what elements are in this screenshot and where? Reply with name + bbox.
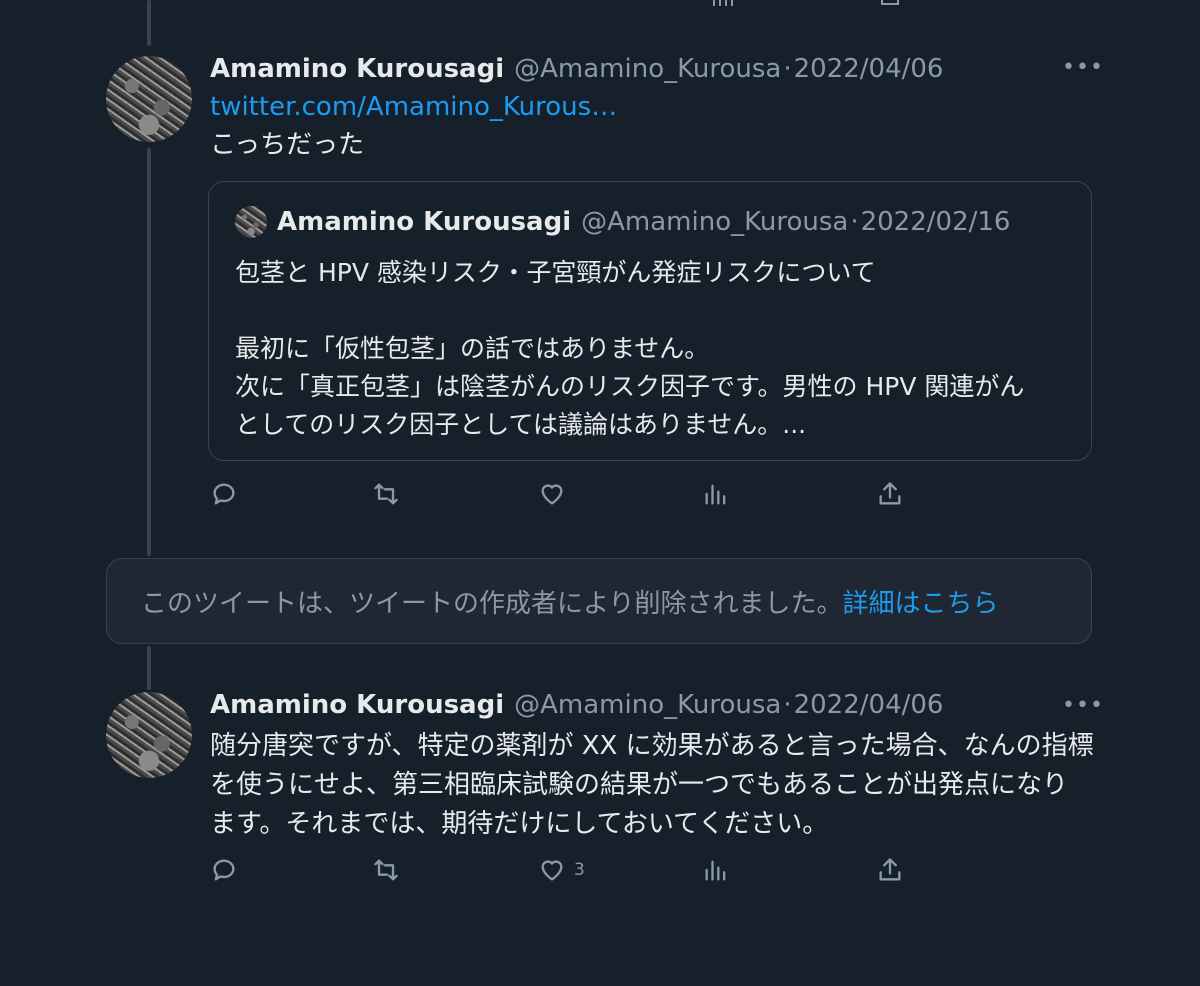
retweet-button[interactable] — [372, 474, 400, 514]
author-name[interactable]: Amamino Kurousagi — [210, 690, 504, 720]
tweet-actions: 3 — [210, 850, 930, 890]
quoted-tweet-text: 包茎と HPV 感染リスク・子宮頸がん発症リスクについて 最初に「仮性包茎」の話… — [235, 254, 1075, 444]
quoted-text-line: 包茎と HPV 感染リスク・子宮頸がん発症リスクについて — [235, 258, 876, 287]
separator: · — [783, 54, 792, 84]
separator: · — [783, 690, 792, 720]
more-options-icon[interactable]: ••• — [1062, 57, 1103, 79]
tweet-actions — [210, 474, 930, 514]
quoted-avatar — [235, 206, 267, 238]
thread-line-middle — [147, 148, 151, 556]
analytics-button[interactable] — [702, 474, 730, 514]
retweet-button[interactable] — [372, 850, 400, 890]
tweet-text-line: ます。それまでは、期待だけにしておいてください。 — [210, 809, 829, 839]
tweet-text: こっちだった — [210, 130, 365, 160]
share-button[interactable] — [876, 474, 904, 514]
share-icon — [879, 858, 901, 881]
tweet-text: 随分唐突ですが、特定の薬剤が XX に効果があると言った場合、なんの指標 を使う… — [210, 727, 1094, 844]
previous-tweet-actions — [210, 0, 930, 6]
deleted-notice-text: このツイートは、ツイートの作成者により削除されました。詳細はこちら — [141, 583, 999, 620]
thread-line-top — [147, 0, 151, 46]
separator: · — [850, 207, 859, 237]
reply-button[interactable] — [210, 850, 238, 890]
quoted-text-line: 次に「真正包茎」は陰茎がんのリスク因子です。男性の HPV 関連がん — [235, 372, 1025, 401]
analytics-button[interactable] — [702, 850, 730, 890]
author-handle[interactable]: @Amamino_Kurousa — [514, 690, 781, 720]
quoted-text-line: 最初に「仮性包茎」の話ではありません。 — [235, 334, 710, 363]
retweet-icon — [374, 859, 398, 881]
like-button[interactable]: 3 — [538, 850, 585, 890]
analytics-icon[interactable] — [710, 0, 734, 6]
quoted-text-line: としてのリスク因子としては議論はありません。... — [235, 410, 807, 439]
avatar[interactable] — [106, 56, 192, 142]
deleted-message: このツイートは、ツイートの作成者により削除されました。 — [141, 589, 843, 619]
quoted-tweet[interactable]: Amamino Kurousagi @Amamino_Kurousa · 202… — [208, 181, 1092, 461]
share-icon — [879, 482, 901, 505]
avatar[interactable] — [106, 692, 192, 778]
quoted-author-name: Amamino Kurousagi — [277, 207, 572, 237]
thread-line-bottom — [147, 646, 151, 690]
quoted-tweet-header: Amamino Kurousagi @Amamino_Kurousa · 202… — [235, 206, 1010, 238]
reply-icon — [213, 483, 235, 505]
like-button[interactable] — [538, 474, 566, 514]
retweet-icon — [374, 483, 398, 505]
analytics-icon — [705, 484, 726, 505]
author-name[interactable]: Amamino Kurousagi — [210, 54, 504, 84]
tweet-header: Amamino Kurousagi @Amamino_Kurousa · 202… — [210, 54, 943, 84]
analytics-icon — [705, 860, 726, 881]
share-button[interactable] — [876, 850, 904, 890]
tweet-link[interactable]: twitter.com/Amamino_Kurous… — [210, 92, 617, 122]
like-count: 3 — [574, 860, 585, 880]
quoted-author-handle: @Amamino_Kurousa — [581, 207, 849, 237]
reply-button[interactable] — [210, 474, 238, 514]
tweet-text-line: 随分唐突ですが、特定の薬剤が XX に効果があると言った場合、なんの指標 — [210, 731, 1094, 761]
like-icon — [541, 484, 563, 505]
reply-icon — [213, 859, 235, 881]
author-handle[interactable]: @Amamino_Kurousa — [514, 54, 781, 84]
tweet-header: Amamino Kurousagi @Amamino_Kurousa · 202… — [210, 690, 943, 720]
share-icon[interactable] — [878, 0, 902, 6]
like-icon — [541, 860, 563, 881]
tweet-text-line: を使うにせよ、第三相臨床試験の結果が一つでもあることが出発点になり — [210, 770, 1069, 800]
learn-more-link[interactable]: 詳細はこちら — [842, 589, 998, 619]
more-options-icon[interactable]: ••• — [1062, 695, 1103, 717]
tweet-date[interactable]: 2022/04/06 — [794, 690, 944, 720]
quoted-tweet-date: 2022/02/16 — [860, 207, 1011, 237]
quoted-text-line — [235, 292, 1075, 330]
tweet-date[interactable]: 2022/04/06 — [794, 54, 944, 84]
deleted-tweet-notice: このツイートは、ツイートの作成者により削除されました。詳細はこちら — [106, 558, 1092, 644]
